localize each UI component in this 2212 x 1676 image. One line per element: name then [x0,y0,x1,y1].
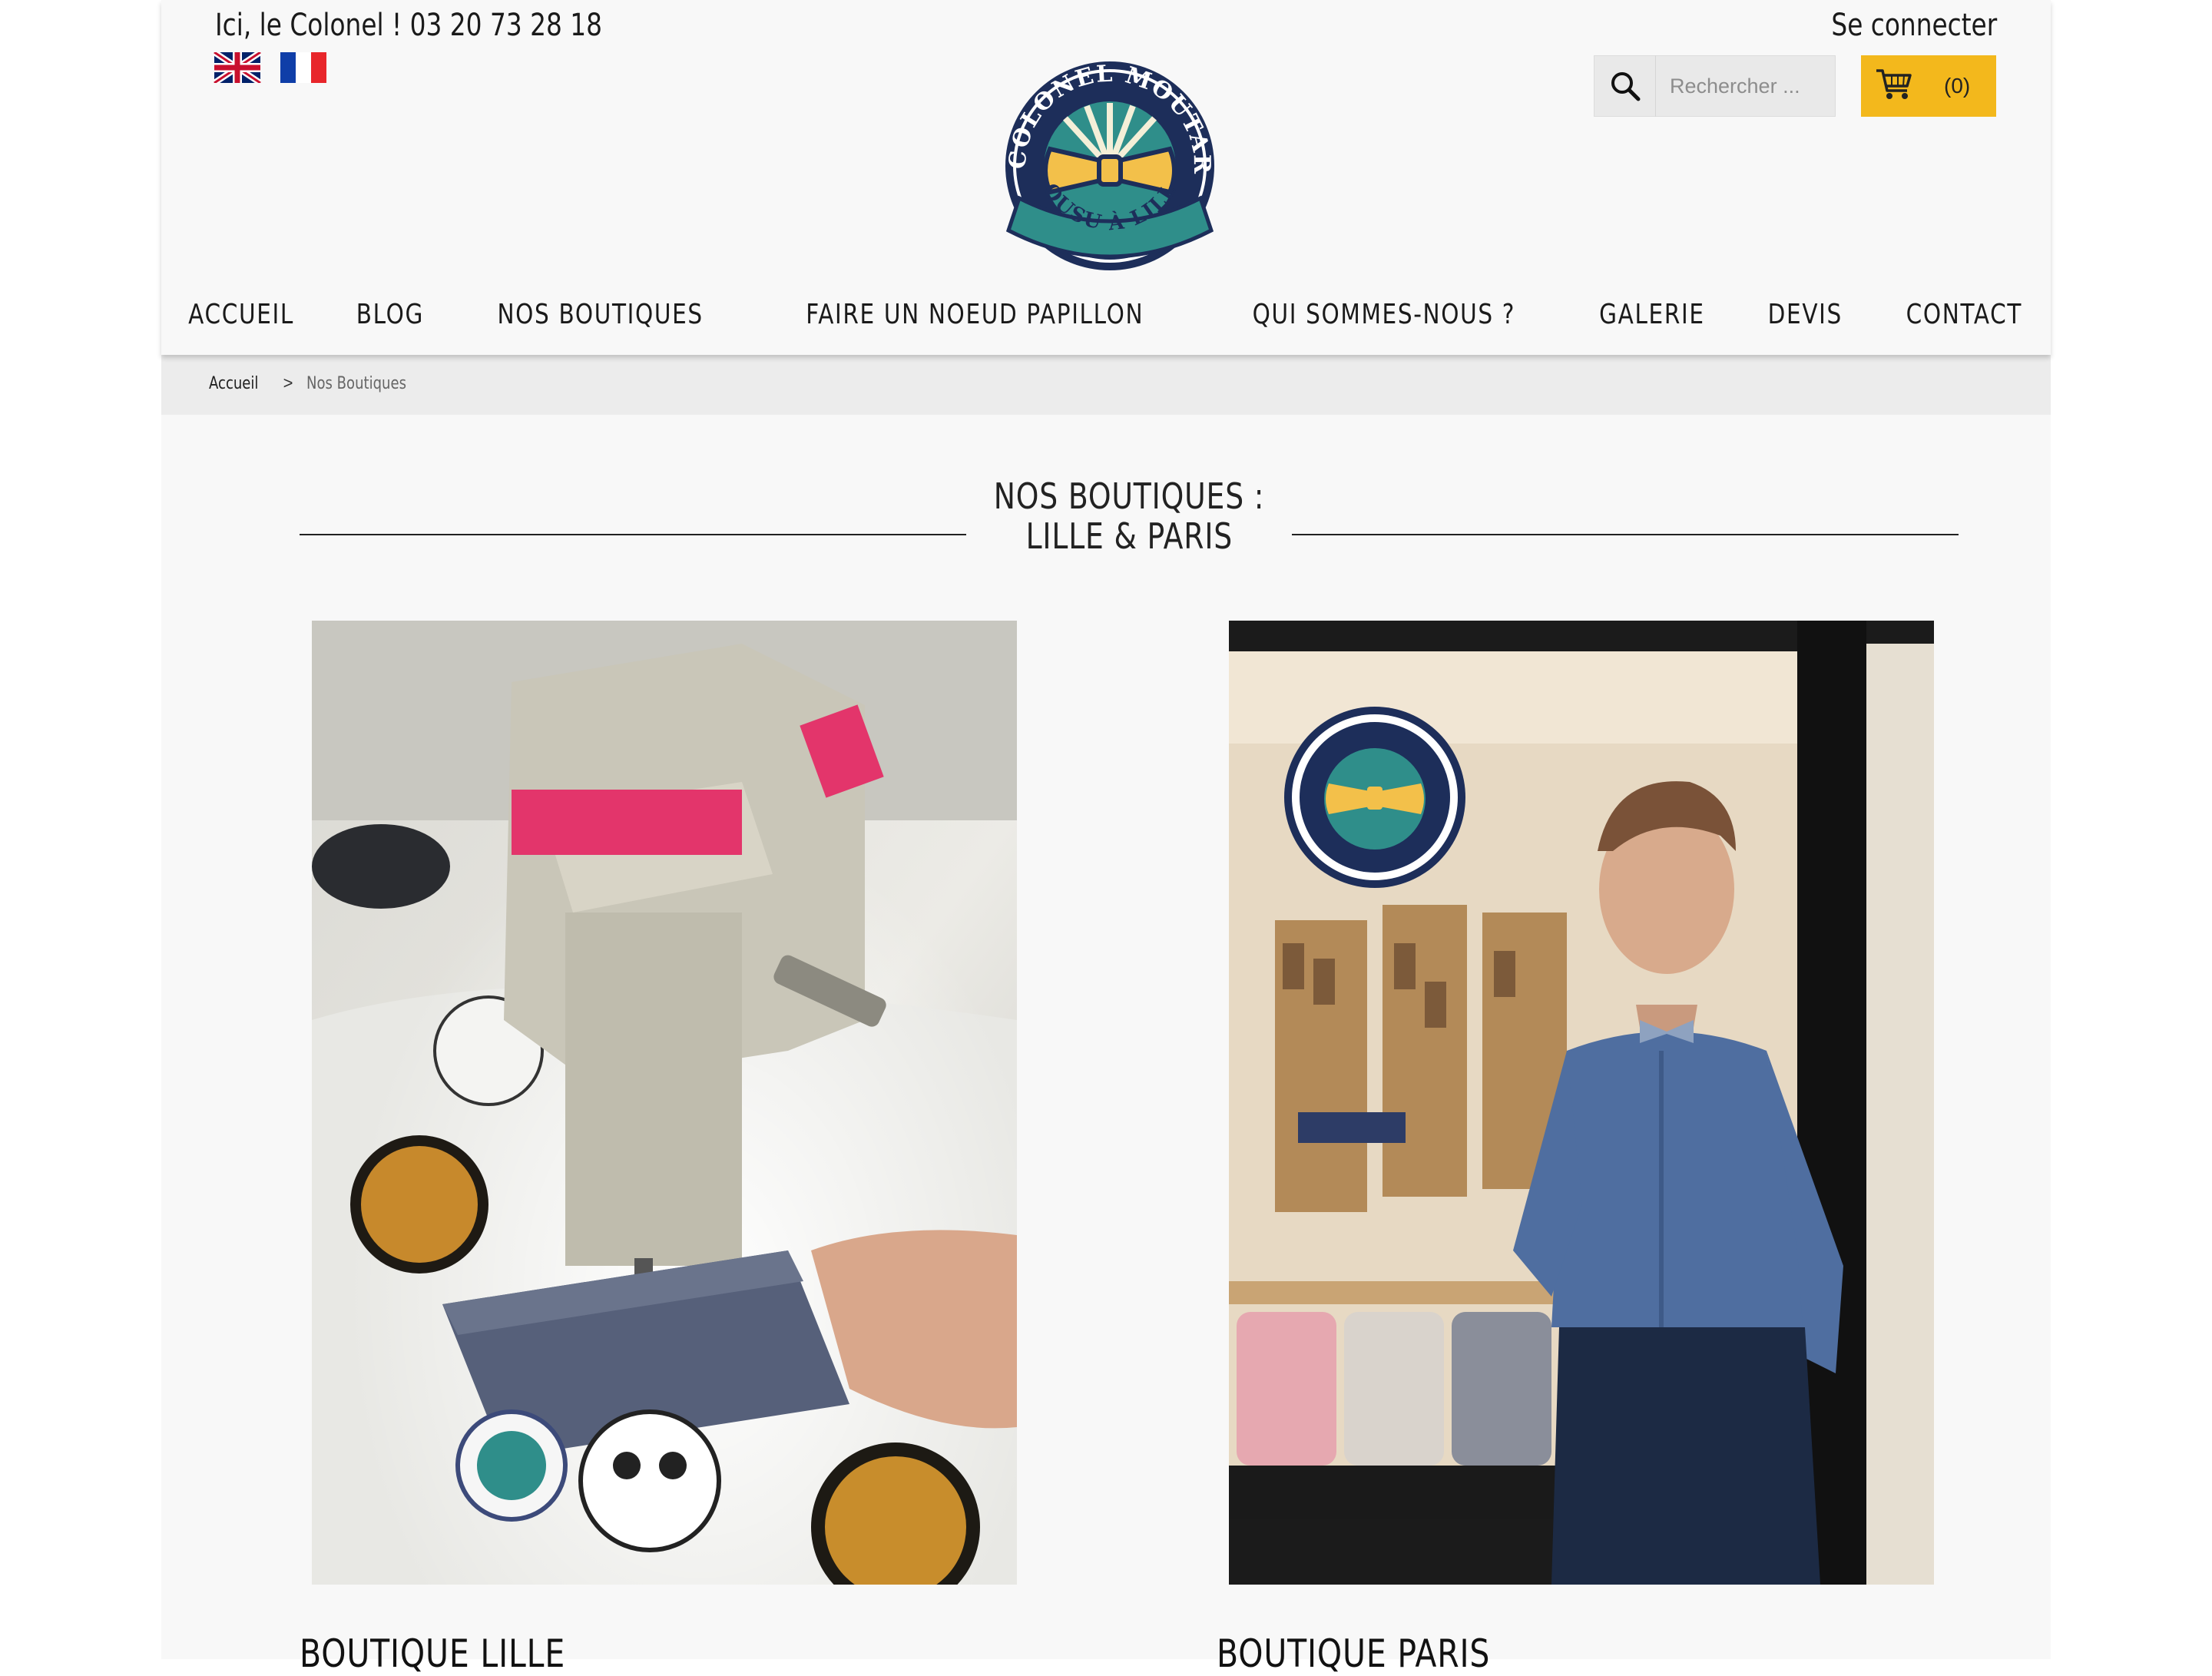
boutique-lille-image[interactable] [312,621,1017,1585]
breadcrumb-separator: > [283,373,293,393]
phone-contact[interactable]: Ici, le Colonel ! 03 20 73 28 18 [215,8,687,43]
boutique-lille-title[interactable]: BOUTIQUE LILLE [300,1631,624,1676]
main-navigation: ACCUEIL BLOG NOS BOUTIQUES FAIRE UN NOEU… [161,298,2051,330]
title-divider-left [300,534,966,535]
boutique-paris-title[interactable]: BOUTIQUE PARIS [1217,1631,1550,1676]
search-box [1594,55,1836,117]
boutique-paris-image[interactable] [1229,621,1934,1585]
search-input[interactable] [1656,56,1833,116]
nav-item-galerie[interactable]: GALERIE [1566,298,1738,330]
nav-item-contact[interactable]: CONTACT [1872,298,2057,330]
site-header: Ici, le Colonel ! 03 20 73 28 18 Se conn… [161,0,2051,355]
search-icon[interactable] [1594,55,1656,117]
page-title-line-1: NOS BOUTIQUES : [993,475,1265,517]
cart-count: (0) [1944,74,1971,98]
breadcrumb: Accueil > Nos Boutiques [161,355,2051,415]
breadcrumb-home-link[interactable]: Accueil [209,374,258,393]
page-title: NOS BOUTIQUES : LILLE & PARIS [300,476,1959,561]
page-title-line-2: LILLE & PARIS [1025,515,1233,557]
nav-item-blog[interactable]: BLOG [327,298,453,330]
language-switcher [214,52,327,83]
french-flag-icon[interactable] [280,52,327,83]
cart-button[interactable]: (0) [1861,55,1996,117]
login-link[interactable]: Se connecter [1795,8,1997,43]
nav-item-qui-sommes-nous[interactable]: QUI SOMMES-NOUS ? [1202,298,1566,330]
english-flag-icon[interactable] [214,52,261,83]
nav-item-devis[interactable]: DEVIS [1738,298,1873,330]
title-divider-right [1292,534,1959,535]
site-logo[interactable]: LE COLONEL MOUTARDE COUSU À LILLE [978,31,1231,273]
nav-item-faire-un-noeud-papillon[interactable]: FAIRE UN NOEUD PAPILLON [747,298,1203,330]
nav-item-nos-boutiques[interactable]: NOS BOUTIQUES [453,298,747,330]
breadcrumb-current: Nos Boutiques [306,373,407,393]
shopping-cart-icon [1875,68,1913,105]
nav-item-accueil[interactable]: ACCUEIL [155,298,327,330]
